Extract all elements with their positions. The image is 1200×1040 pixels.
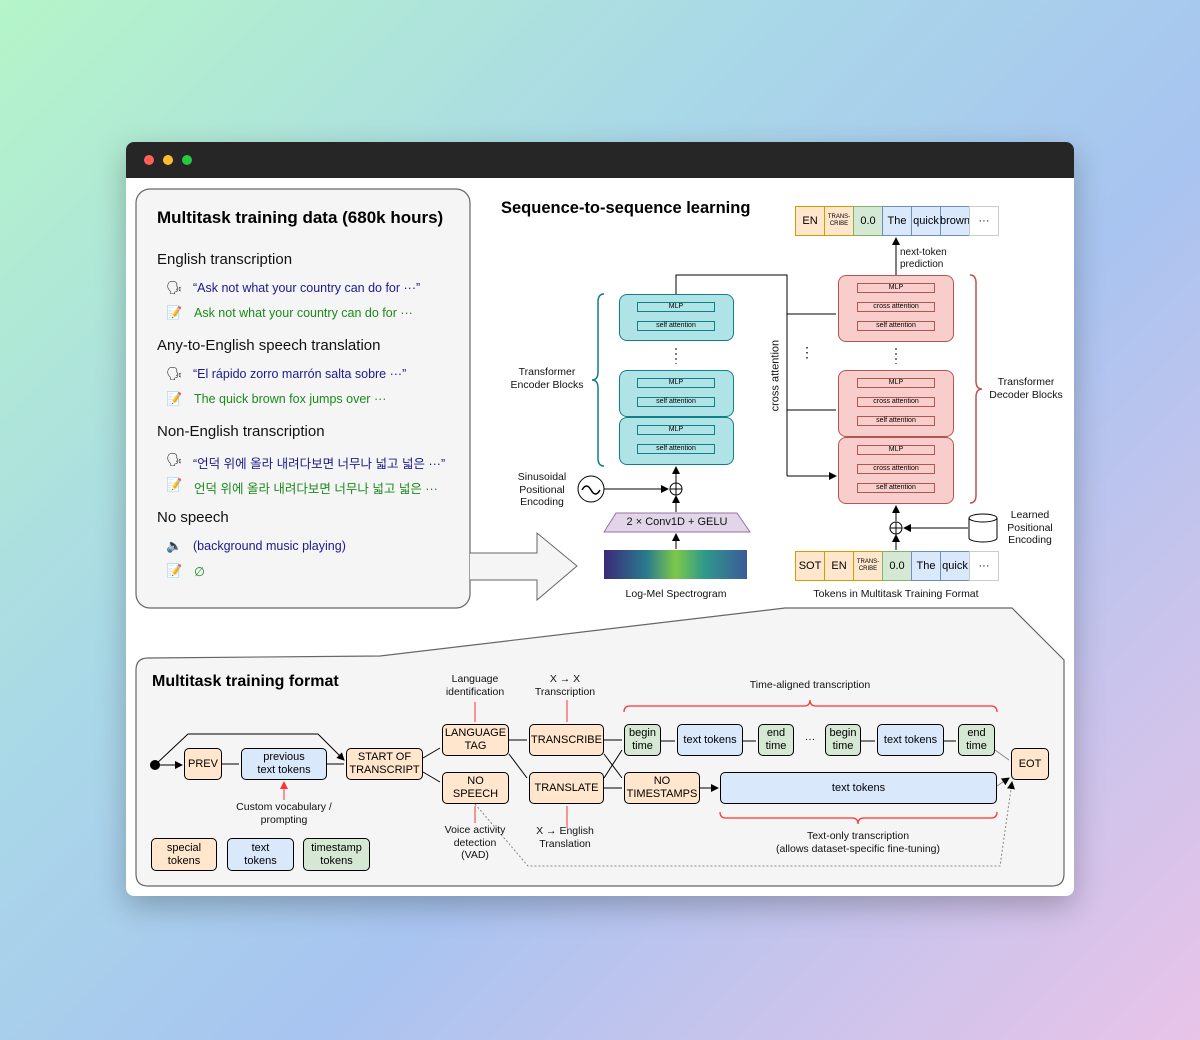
- spectrogram-label: Log-Mel Spectrogram: [625, 588, 727, 600]
- big-arrow: [470, 531, 578, 602]
- mlp-layer: MLP: [637, 302, 715, 312]
- memo-icon: 📝: [166, 477, 183, 492]
- no-speech-token: NO SPEECH: [442, 772, 509, 804]
- text-only-label: Text-only transcription (allows dataset-…: [776, 830, 940, 855]
- end-time-token: end time: [958, 724, 995, 756]
- text-tokens: text tokens: [877, 724, 944, 756]
- xx-label: X → X Transcription: [534, 673, 596, 698]
- section-heading: No speech: [157, 509, 229, 526]
- section-heading: Any-to-English speech translation: [157, 337, 381, 354]
- output-token: brown: [940, 206, 970, 236]
- memo-icon: 📝: [166, 563, 183, 578]
- ellipsis: ···: [804, 733, 816, 745]
- sot-token: START OF TRANSCRIPT: [346, 748, 423, 780]
- input-token: The: [911, 551, 941, 581]
- text-tokens-wide: text tokens: [720, 772, 997, 804]
- self-attention-layer: self attention: [637, 397, 715, 407]
- learned-label: Learned Positional Encoding: [1007, 509, 1053, 547]
- prev-token: PREV: [184, 748, 222, 780]
- mlp-layer: MLP: [637, 425, 715, 435]
- cross-attention-layer: cross attention: [857, 464, 935, 474]
- memo-icon: 📝: [166, 305, 183, 320]
- dots: ⋮: [800, 344, 814, 360]
- format-title: Multitask training format: [152, 673, 339, 690]
- encoder-label: Transformer Encoder Blocks: [510, 366, 584, 391]
- legend-timestamp: timestamp tokens: [303, 838, 370, 871]
- mlp-layer: MLP: [857, 445, 935, 455]
- audio-sample: “Ask not what your country can do for ··…: [193, 281, 421, 295]
- next-token-label: next-token prediction: [900, 247, 947, 270]
- transcribe-token: TRANSCRIBE: [529, 724, 604, 756]
- transcript-sample: ∅: [194, 565, 205, 579]
- time-aligned-label: Time-aligned transcription: [749, 679, 871, 691]
- mlp-layer: MLP: [637, 378, 715, 388]
- conv-label: 2 × Conv1D + GELU: [626, 516, 728, 528]
- self-attention-layer: self attention: [637, 321, 715, 331]
- begin-time-token: begin time: [825, 724, 861, 756]
- transcript-sample: The quick brown fox jumps over ···: [194, 392, 387, 406]
- text-tokens: text tokens: [677, 724, 743, 756]
- input-token: quick: [940, 551, 970, 581]
- input-token: SOT: [795, 551, 825, 581]
- output-token: EN: [795, 206, 825, 236]
- audio-sample: “El rápido zorro marrón salta sobre ···”: [193, 367, 407, 381]
- legend-text: text tokens: [227, 838, 294, 871]
- training-data-title: Multitask training data (680k hours): [157, 208, 444, 227]
- custom-vocab-label: Custom vocabulary / prompting: [236, 801, 332, 826]
- database-icon: [968, 513, 998, 543]
- cross-attention-layer: cross attention: [857, 397, 935, 407]
- tokens-caption: Tokens in Multitask Training Format: [813, 588, 979, 600]
- output-token: The: [882, 206, 912, 236]
- input-token: EN: [824, 551, 854, 581]
- output-token: 0.0: [853, 206, 883, 236]
- previous-text-tokens: previous text tokens: [241, 748, 327, 780]
- translate-token: TRANSLATE: [529, 772, 604, 804]
- self-attention-layer: self attention: [857, 483, 935, 493]
- section-heading: English transcription: [157, 251, 293, 268]
- speaker-icon: 🔈: [166, 538, 183, 553]
- speech-icon: 🗣: [166, 280, 183, 295]
- self-attention-layer: self attention: [857, 321, 935, 331]
- section-heading: Non-English transcription: [157, 423, 325, 440]
- mlp-layer: MLP: [857, 283, 935, 293]
- cross-attention-layer: cross attention: [857, 302, 935, 312]
- lang-id-label: Language identification: [445, 673, 505, 698]
- mlp-layer: MLP: [857, 378, 935, 388]
- transcript-sample: Ask not what your country can do for ···: [194, 306, 413, 320]
- memo-icon: 📝: [166, 391, 183, 406]
- language-tag: LANGUAGE TAG: [442, 724, 509, 756]
- input-token: ···: [969, 551, 999, 581]
- begin-time-token: begin time: [624, 724, 661, 756]
- output-token: ···: [969, 206, 999, 236]
- cross-attention-label: cross attention: [769, 339, 782, 412]
- audio-sample: “언덕 위에 올라 내려다보면 너무나 넓고 넓은 ···”: [193, 457, 446, 471]
- decoder-label: Transformer Decoder Blocks: [989, 376, 1063, 401]
- output-token: TRANS- CRIBE: [824, 206, 854, 236]
- audio-sample: (background music playing): [193, 539, 346, 553]
- legend-special: special tokens: [151, 838, 217, 871]
- encoder-bracket: [591, 293, 605, 467]
- sinusoidal-label: Sinusoidal Positional Encoding: [517, 471, 567, 509]
- decoder-bracket: [969, 274, 983, 504]
- self-attention-layer: self attention: [857, 416, 935, 426]
- xen-label: X → English Translation: [536, 825, 594, 850]
- eot-token: EOT: [1011, 748, 1049, 780]
- spectrogram-image: [604, 550, 747, 579]
- end-time-token: end time: [758, 724, 794, 756]
- speech-icon: 🗣: [166, 366, 183, 381]
- input-token: 0.0: [882, 551, 912, 581]
- vad-label: Voice activity detection (VAD): [444, 824, 506, 862]
- no-timestamps-token: NO TIMESTAMPS: [624, 772, 700, 804]
- seq2seq-title: Sequence-to-sequence learning: [501, 199, 751, 217]
- transcript-sample: 언덕 위에 올라 내려다보면 너무나 넓고 넓은 ···: [194, 482, 438, 496]
- self-attention-layer: self attention: [637, 444, 715, 454]
- speech-icon: 🗣: [166, 452, 183, 467]
- output-token: quick: [911, 206, 941, 236]
- input-token: TRANS- CRIBE: [853, 551, 883, 581]
